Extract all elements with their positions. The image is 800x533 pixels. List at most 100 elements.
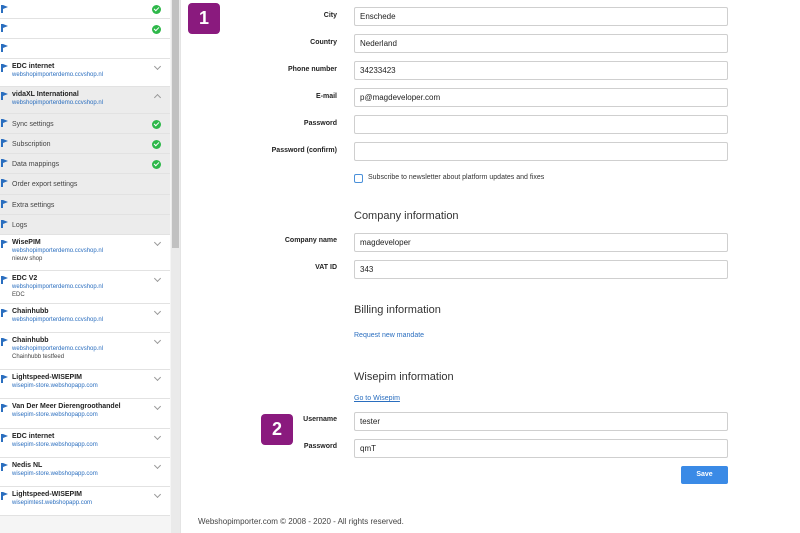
sidebar-item-url: webshopimporterdemo.ccvshop.nl <box>12 248 104 254</box>
flag-icon <box>1 375 8 383</box>
newsletter-checkbox[interactable] <box>354 174 363 183</box>
check-icon <box>152 159 161 169</box>
sidebar-item[interactable]: EDC internet wisepim-store.webshopapp.com <box>0 429 170 458</box>
phone-label: Phone number <box>287 66 337 73</box>
password-confirm-field[interactable] <box>354 142 728 161</box>
sidebar-item[interactable]: Personal information <box>0 0 170 19</box>
sidebar-item[interactable]: Chainhubb webshopimporterdemo.ccvshop.nl C… <box>0 333 170 370</box>
sidebar-item-url: wisepimtest.webshopapp.com <box>12 500 93 506</box>
sidebar-item-url: webshopimporterdemo.ccvshop.nl <box>12 346 104 352</box>
sidebar-item-note: EDC <box>12 292 25 298</box>
wisepim-password-field[interactable]: qmT <box>354 439 728 458</box>
flag-icon <box>1 240 8 248</box>
check-icon <box>152 5 161 14</box>
sidebar-item[interactable]: Van Der Meer Dierengroothandel wisepim-st… <box>0 399 170 429</box>
step-badge-2: 2 <box>261 414 293 445</box>
flag-icon <box>1 338 8 346</box>
flag-icon <box>1 309 8 317</box>
sidebar-item-url: webshopimporterdemo.ccvshop.nl <box>12 100 104 106</box>
billing-section-title: Billing information <box>354 304 441 316</box>
city-field[interactable]: Enschede <box>354 7 728 26</box>
flag-icon <box>1 92 8 100</box>
sidebar-item[interactable]: Order export settings <box>0 174 170 195</box>
sidebar-item[interactable]: Sync settings <box>0 114 170 134</box>
wisepim-section-title: Wisepim information <box>354 371 454 383</box>
phone-field[interactable]: 34233423 <box>354 61 728 80</box>
sidebar-item[interactable]: EDC V2 webshopimporterdemo.ccvshop.nl EDC <box>0 271 170 304</box>
sidebar-item[interactable]: My Invoices <box>0 39 170 59</box>
flag-icon <box>1 159 8 167</box>
check-icon <box>152 119 161 129</box>
company-section-title: Company information <box>354 210 459 222</box>
sidebar-item-label: WisePIM <box>12 239 41 246</box>
country-label: Country <box>310 39 337 46</box>
sidebar-item-label: Data mappings <box>12 160 60 168</box>
sidebar-item-url: wisepim-store.webshopapp.com <box>12 412 98 418</box>
sidebar-item-label: Order export settings <box>12 181 78 188</box>
sidebar-item[interactable]: Dashboard <box>0 19 170 39</box>
sidebar-item[interactable]: Logs <box>0 215 170 235</box>
sidebar-item-url: wisepim-store.webshopapp.com <box>12 383 98 389</box>
vat-label: VAT ID <box>315 264 337 271</box>
sidebar-item-label: Chainhubb <box>12 337 49 344</box>
save-button[interactable]: Save <box>681 466 728 484</box>
sidebar-item[interactable]: vidaXL International webshopimporterdemo.… <box>0 87 170 114</box>
sidebar-item[interactable]: Lightspeed-WISEPIM wisepim-store.webshopa… <box>0 370 170 399</box>
flag-icon <box>1 44 8 52</box>
go-to-wisepim-link[interactable]: Go to Wisepim <box>354 395 400 402</box>
sidebar-nav: Personal informationDashboardMy Invoices… <box>0 0 170 516</box>
sidebar-item[interactable]: EDC internet webshopimporterdemo.ccvshop.… <box>0 59 170 87</box>
sidebar-item-label: Lightspeed-WISEPIM <box>12 491 82 498</box>
sidebar-item[interactable]: WisePIM webshopimporterdemo.ccvshop.nl nie… <box>0 235 170 271</box>
sidebar-item-label: vidaXL International <box>12 91 79 98</box>
flag-icon <box>1 200 8 208</box>
sidebar-item[interactable]: Data mappings <box>0 154 170 174</box>
flag-icon <box>1 492 8 500</box>
step-badge-1: 1 <box>188 3 220 34</box>
sidebar-item-label: Van Der Meer Dierengroothandel <box>12 403 121 410</box>
scrollbar-thumb[interactable] <box>172 0 179 248</box>
flag-icon <box>1 5 8 13</box>
wisepim-password-label: Password <box>303 443 337 450</box>
request-mandate-link[interactable]: Request new mandate <box>354 332 424 339</box>
sidebar-item-label: EDC V2 <box>12 275 38 282</box>
check-icon <box>152 139 161 149</box>
sidebar-item[interactable]: Chainhubb webshopimporterdemo.ccvshop.nl <box>0 304 170 333</box>
country-field[interactable]: Nederland <box>354 34 728 53</box>
password-confirm-label: Password (confirm) <box>271 147 337 154</box>
sidebar-item-label: EDC internet <box>12 63 55 70</box>
flag-icon <box>1 139 8 147</box>
company-name-field[interactable]: magdeveloper <box>354 233 728 252</box>
city-label: City <box>323 12 337 19</box>
sidebar-item[interactable]: Nedis NL wisepim-store.webshopapp.com <box>0 458 170 487</box>
username-field[interactable]: tester <box>354 412 728 431</box>
sidebar-item-label: Sync settings <box>12 120 54 128</box>
sidebar-item-label: Chainhubb <box>12 308 49 315</box>
sidebar-item-url: webshopimporterdemo.ccvshop.nl <box>12 317 104 323</box>
newsletter-label: Subscribe to newsletter about platform u… <box>368 174 545 181</box>
footer-copyright: Webshopimporter.com © 2008 - 2020 - All … <box>198 517 404 526</box>
password-field[interactable] <box>354 115 728 134</box>
sidebar-item-url: webshopimporterdemo.ccvshop.nl <box>12 284 104 290</box>
email-field[interactable]: p@magdeveloper.com <box>354 88 728 107</box>
flag-icon <box>1 463 8 471</box>
flag-icon <box>1 434 8 442</box>
sidebar: Personal informationDashboardMy Invoices… <box>0 0 181 533</box>
username-label: Username <box>303 416 337 423</box>
flag-icon <box>1 276 8 284</box>
flag-icon <box>1 24 8 32</box>
email-label: E-mail <box>315 93 337 100</box>
sidebar-scrollbar[interactable] <box>171 0 180 533</box>
sidebar-item[interactable]: Lightspeed-WISEPIM wisepimtest.webshopapp… <box>0 487 170 516</box>
check-icon <box>152 24 161 34</box>
flag-icon <box>1 179 8 187</box>
sidebar-item-label: Extra settings <box>12 201 55 209</box>
sidebar-item-note: nieuw shop <box>12 256 43 262</box>
sidebar-item[interactable]: Subscription <box>0 134 170 154</box>
company-name-label: Company name <box>284 237 337 244</box>
sidebar-item[interactable]: Extra settings <box>0 195 170 215</box>
vat-field[interactable]: 343 <box>354 260 728 279</box>
sidebar-item-url: webshopimporterdemo.ccvshop.nl <box>12 72 104 78</box>
sidebar-item-label: EDC internet <box>12 433 55 440</box>
flag-icon <box>1 64 8 72</box>
